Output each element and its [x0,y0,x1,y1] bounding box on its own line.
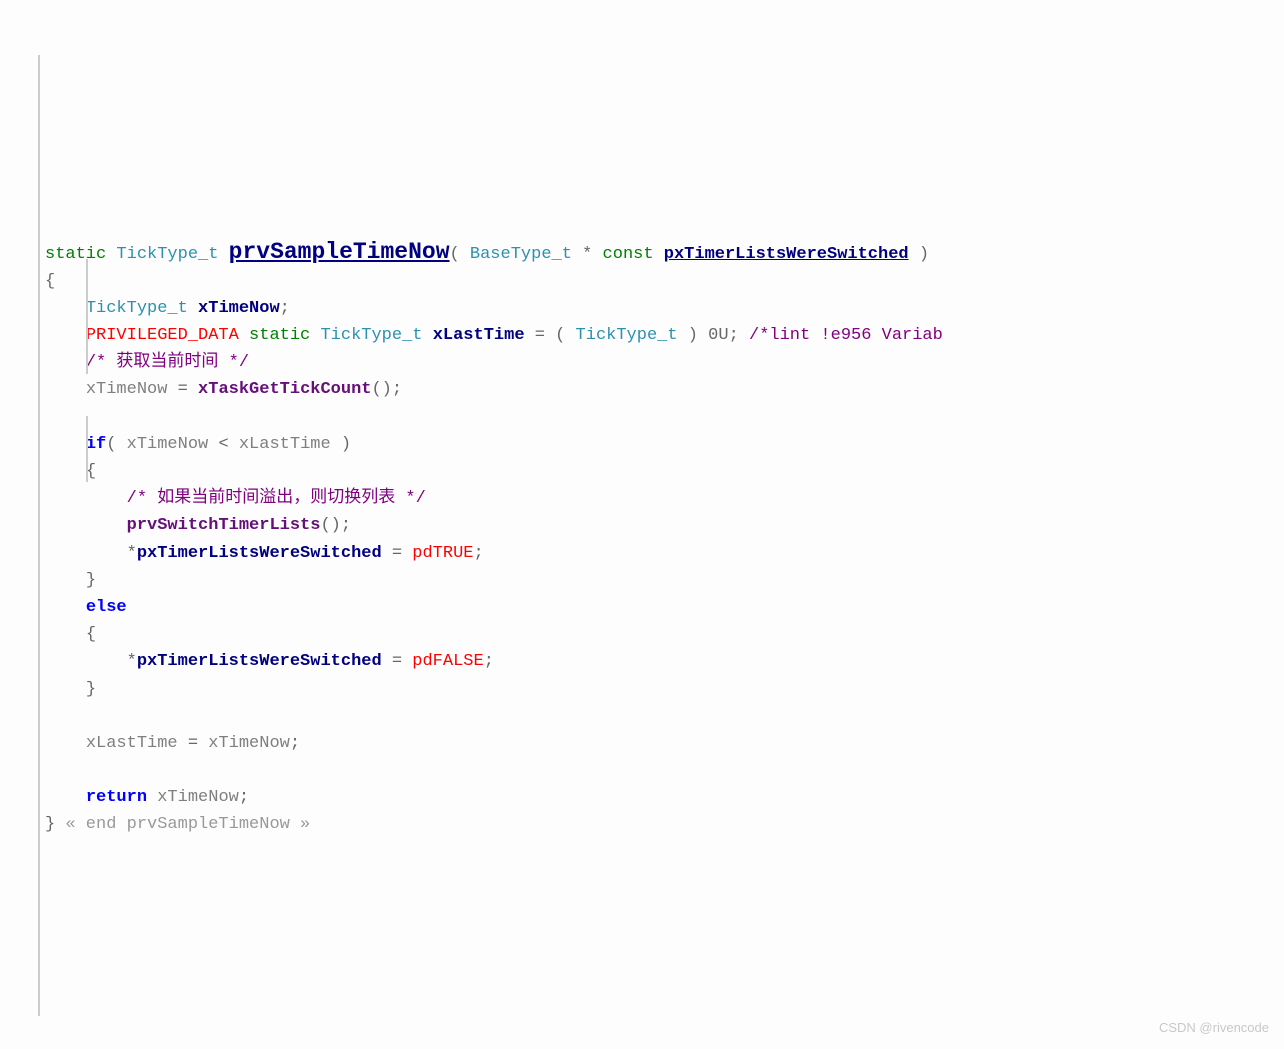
open-brace: { [45,272,55,291]
var-decl: xTimeNow [198,299,280,318]
var: pxTimerListsWereSwitched [137,652,382,671]
function-name: prvSampleTimeNow [229,239,450,265]
param-type: BaseType_t [470,245,572,264]
kw-if: if [86,435,106,454]
watermark: CSDN @rivencode [1159,1018,1269,1039]
const: pdTRUE [412,544,473,563]
type: TickType_t [86,299,188,318]
var: pxTimerListsWereSwitched [137,544,382,563]
kw-else: else [86,598,127,617]
comment: /*lint !e956 Variab [739,326,943,345]
kw-return: return [86,788,147,807]
func-call: xTaskGetTickCount [198,380,371,399]
const: pdFALSE [412,652,483,671]
close-brace: } [45,815,55,834]
macro: PRIVILEGED_DATA [86,326,239,345]
kw-const: const [603,245,654,264]
param-name: pxTimerListsWereSwitched [664,245,909,264]
code-block: static TickType_t prvSampleTimeNow( Base… [45,238,1264,839]
var: xLastTime [86,734,178,753]
var-decl: xLastTime [433,326,525,345]
return-type: TickType_t [116,245,218,264]
comment: /* 获取当前时间 */ [86,353,249,372]
var: xTimeNow [86,380,168,399]
func-call: prvSwitchTimerLists [127,516,321,535]
kw-static: static [45,245,106,264]
comment: /* 如果当前时间溢出，则切换列表 */ [127,489,426,508]
end-fold-comment: « end prvSampleTimeNow » [55,815,310,834]
